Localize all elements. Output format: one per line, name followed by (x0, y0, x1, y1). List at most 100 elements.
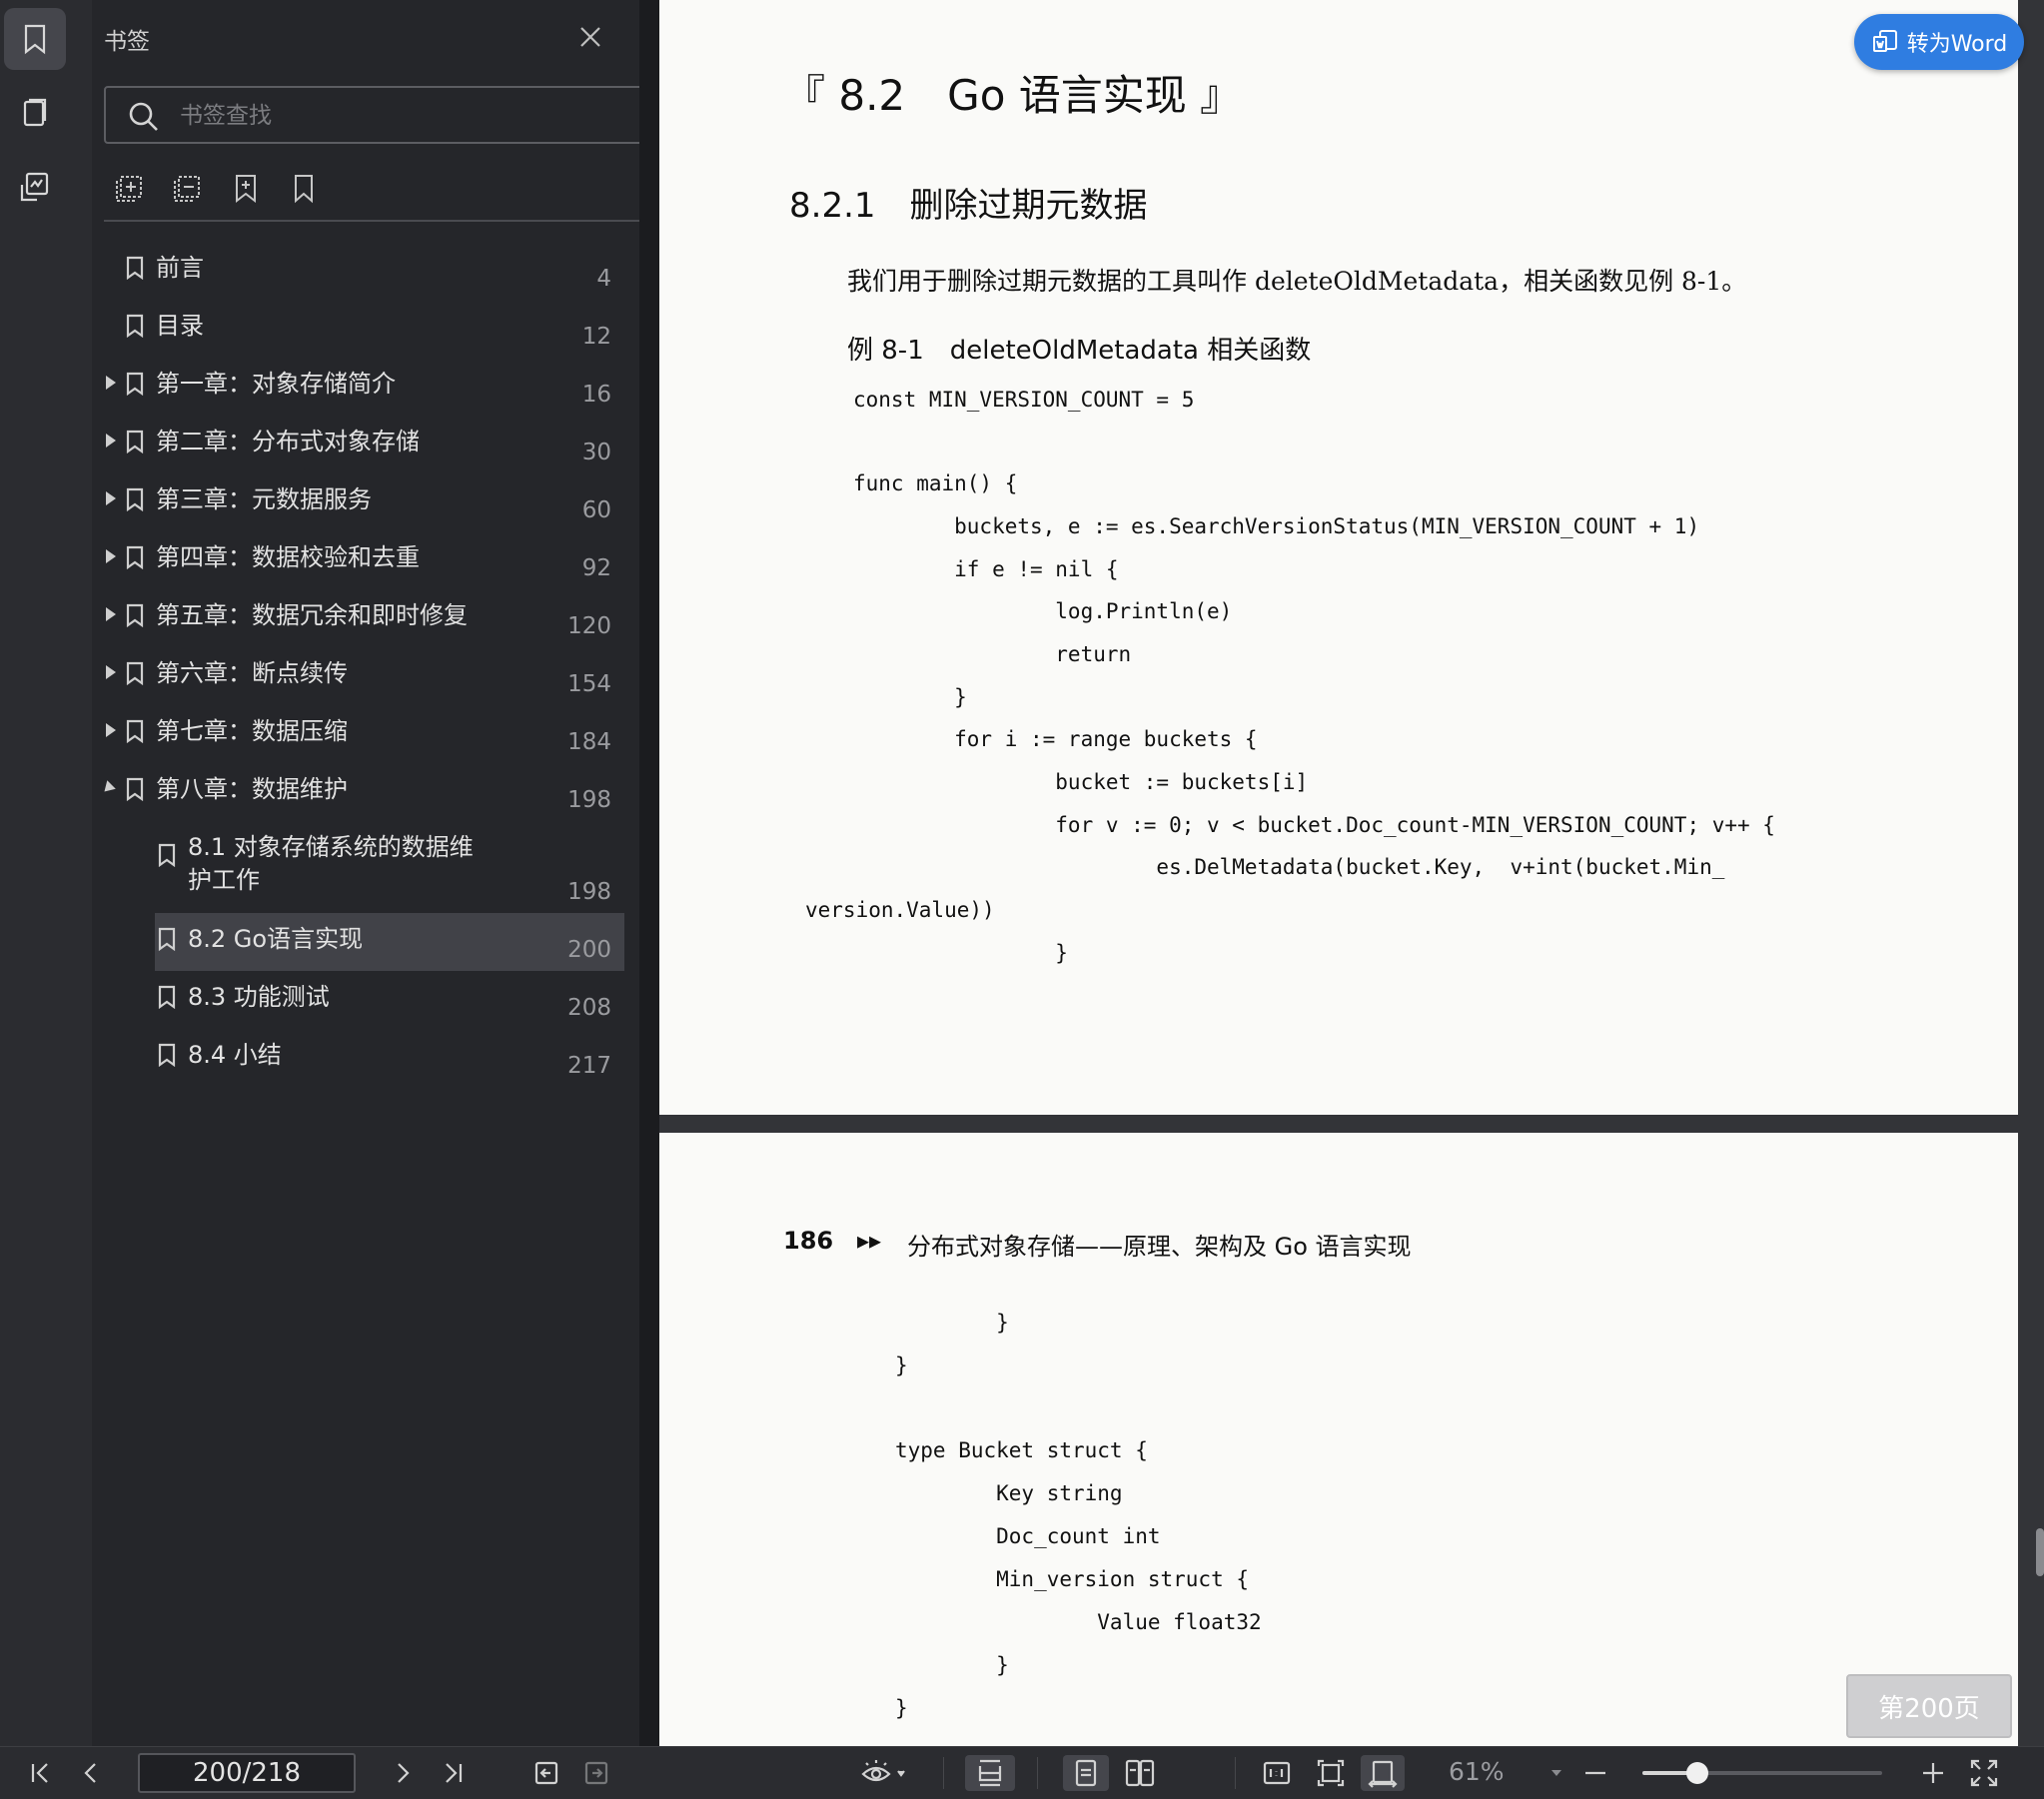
bookmark-page: 30 (581, 440, 611, 465)
convert-to-word-label: 转为Word (1906, 32, 2008, 57)
code-line: Value float32 (895, 1610, 1262, 1634)
fullscreen-button[interactable] (1964, 1755, 2004, 1791)
bookmark-icon (158, 843, 176, 868)
first-page-button[interactable] (24, 1755, 58, 1791)
panel-splitter[interactable] (639, 0, 659, 1746)
zoom-level[interactable]: 61% (1449, 1757, 1505, 1786)
chevron-left-icon (84, 1763, 96, 1783)
bookmark-item[interactable]: 第二章：分布式对象存储 30 (92, 416, 639, 473)
code-line: for v := 0; v < bucket.Doc_count-MIN_VER… (853, 813, 1775, 837)
expand-arrow-icon[interactable] (106, 434, 116, 448)
bookmark-label: 8.2 Go语言实现 (188, 925, 364, 953)
actual-size-icon (1263, 1761, 1291, 1785)
bookmark-label: 第六章：断点续传 (156, 659, 348, 687)
expand-arrow-icon[interactable] (106, 376, 116, 390)
fit-page-icon (1317, 1759, 1345, 1787)
bookmark-rail-button[interactable] (4, 8, 66, 70)
bookmark-search-input[interactable] (178, 98, 621, 134)
plus-icon (1923, 1763, 1943, 1783)
code-line: log.Println(e) (853, 599, 1233, 623)
page-number-input[interactable]: 200/218 (138, 1753, 356, 1793)
bookmark-icon (126, 372, 144, 397)
new-bookmark-button[interactable] (230, 172, 262, 204)
bookmark-item[interactable]: 8.4 小结 217 (92, 1029, 639, 1087)
bookmark-outline-button[interactable] (288, 172, 320, 204)
current-page-badge: 第200页 (1846, 1674, 2012, 1738)
toolbar-separator (1037, 1757, 1038, 1789)
bookmark-page: 217 (567, 1053, 611, 1079)
document-scrollbar[interactable] (2036, 1528, 2044, 1576)
word-convert-icon (1872, 30, 1897, 52)
search-icon (129, 102, 158, 131)
bookmark-item[interactable]: 第一章：对象存储简介 16 (92, 358, 639, 416)
document-viewer[interactable]: 『 8.2 Go 语言实现 』 8.2.1 删除过期元数据 我们用于删除过期元数… (659, 0, 2044, 1746)
add-bookmark-button[interactable] (114, 172, 146, 204)
bookmarks-panel: 书签 前言 4 目录 12 (92, 0, 649, 1746)
bookmark-item[interactable]: 第七章：数据压缩 184 (92, 705, 639, 763)
fit-width-button[interactable] (1361, 1755, 1405, 1791)
toolbar-separator (943, 1757, 944, 1789)
previous-page-button[interactable] (74, 1755, 108, 1791)
annotation-rail-button[interactable] (4, 156, 66, 218)
actual-size-button[interactable] (1255, 1755, 1299, 1791)
bookmark-search-box[interactable] (104, 86, 649, 144)
bookmark-label: 8.3 功能测试 (188, 983, 330, 1011)
single-page-button[interactable] (1063, 1755, 1109, 1791)
bookmark-item[interactable]: 8.3 功能测试 208 (92, 971, 639, 1029)
zoom-slider[interactable] (1642, 1762, 1882, 1784)
bookmark-icon (158, 985, 176, 1010)
bookmark-page: 184 (567, 729, 611, 755)
document-page: 『 8.2 Go 语言实现 』 8.2.1 删除过期元数据 我们用于删除过期元数… (659, 0, 2018, 1115)
chevron-right-icon (398, 1763, 410, 1783)
chevron-down-icon (1551, 1770, 1561, 1776)
paragraph: 我们用于删除过期元数据的工具叫作 deleteOldMetadata，相关函数见… (847, 267, 1747, 296)
expand-arrow-icon[interactable] (106, 723, 116, 737)
zoom-dropdown-button[interactable] (1546, 1755, 1566, 1791)
zoom-out-button[interactable] (1578, 1755, 1612, 1791)
code-line: type Bucket struct { (895, 1438, 1148, 1462)
convert-to-word-button[interactable]: 转为Word (1854, 14, 2024, 70)
zoom-in-button[interactable] (1916, 1755, 1950, 1791)
continuous-scroll-icon (978, 1759, 1002, 1787)
collapse-arrow-icon[interactable] (100, 780, 116, 796)
bookmark-label: 目录 (156, 312, 204, 340)
bookmark-item-selected[interactable]: 8.2 Go语言实现 200 (92, 913, 639, 971)
bookmark-toolbar (114, 172, 320, 204)
expand-arrow-icon[interactable] (106, 607, 116, 621)
close-icon (580, 27, 600, 47)
last-page-button[interactable] (436, 1755, 470, 1791)
zoom-slider-knob[interactable] (1686, 1762, 1709, 1784)
fit-page-button[interactable] (1309, 1755, 1353, 1791)
bookmark-page: 92 (581, 555, 611, 581)
bookmark-label: 第三章：元数据服务 (156, 485, 372, 513)
forward-button[interactable] (579, 1755, 613, 1791)
bookmark-item[interactable]: 第四章：数据校验和去重 92 (92, 531, 639, 589)
bookmark-page: 12 (581, 324, 611, 350)
close-panel-button[interactable] (575, 22, 605, 52)
bookmark-item[interactable]: 第八章：数据维护 198 (92, 763, 639, 821)
back-button[interactable] (529, 1755, 563, 1791)
bookmark-item[interactable]: 第五章：数据冗余和即时修复 120 (92, 589, 639, 647)
panel-divider (104, 220, 649, 222)
code-line: } (895, 1353, 908, 1377)
pages-rail-button[interactable] (4, 82, 66, 144)
section-title: 『 8.2 Go 语言实现 』 (783, 71, 1243, 120)
bookmark-item[interactable]: 目录 12 (92, 300, 639, 358)
expand-arrow-icon[interactable] (106, 491, 116, 505)
subsection-title: 8.2.1 删除过期元数据 (789, 186, 1148, 226)
bookmark-item[interactable]: 前言 4 (92, 242, 639, 300)
bookmark-item[interactable]: 8.1 对象存储系统的数据维 护工作 198 (92, 821, 639, 913)
bookmark-page: 4 (596, 266, 611, 292)
next-page-button[interactable] (386, 1755, 420, 1791)
bookmark-label: 第四章：数据校验和去重 (156, 543, 420, 571)
continuous-scroll-button[interactable] (965, 1755, 1015, 1791)
expand-arrow-icon[interactable] (106, 665, 116, 679)
bookmark-item[interactable]: 第六章：断点续传 154 (92, 647, 639, 705)
bookmark-item[interactable]: 第三章：元数据服务 60 (92, 473, 639, 531)
two-page-button[interactable] (1117, 1755, 1163, 1791)
code-line: } (895, 1311, 1009, 1335)
remove-bookmark-button[interactable] (172, 172, 204, 204)
eye-care-button[interactable] (859, 1755, 909, 1791)
expand-arrow-icon[interactable] (106, 549, 116, 563)
bookmark-page: 198 (567, 879, 611, 905)
